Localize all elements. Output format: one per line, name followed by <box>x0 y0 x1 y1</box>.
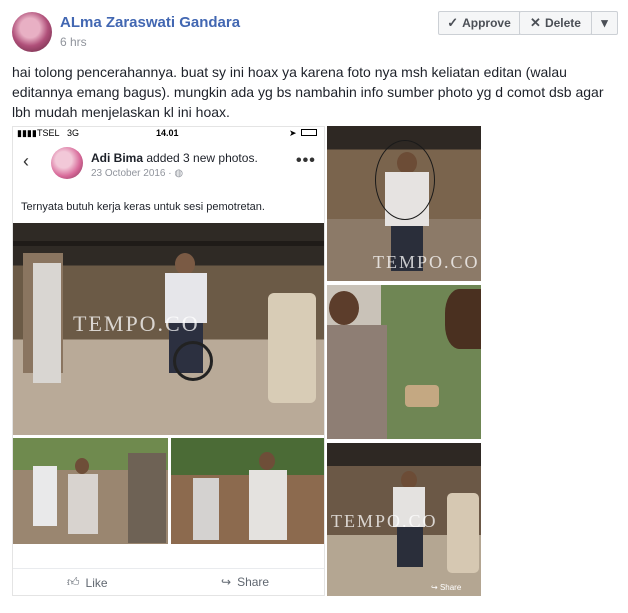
delete-label: Delete <box>544 16 581 30</box>
battery-icon <box>301 129 317 136</box>
phone-date-text: 23 October 2016 · <box>91 168 175 179</box>
photo-watermark-3: TEMPO.CO <box>331 511 438 531</box>
phone-post-date: 23 October 2016 · ◍ <box>91 168 183 179</box>
globe-icon: ◍ <box>174 168 184 179</box>
phone-author-line: Adi Bima added 3 new photos. <box>91 151 258 165</box>
photo-thumb-left[interactable] <box>13 438 168 544</box>
like-button[interactable]: 👍︎ Like <box>67 575 108 590</box>
check-icon: ✓ <box>447 15 459 30</box>
photo-main[interactable]: TEMPO.CO <box>13 223 324 435</box>
image-share-overlay[interactable]: ↪ Share <box>431 583 461 592</box>
share-icon: ↪ <box>221 575 232 589</box>
chevron-down-icon: ▾ <box>601 15 608 30</box>
more-options-button[interactable]: ▾ <box>591 11 618 35</box>
clock-text: 14.01 <box>156 128 179 138</box>
close-icon: ✕ <box>530 15 541 30</box>
more-dots-icon[interactable]: ••• <box>296 152 316 170</box>
phone-action-bar: 👍︎ Like ↪ Share <box>13 568 324 595</box>
photo-right-bottom[interactable]: TEMPO.CO ↪ Share <box>327 443 481 596</box>
photo-right-top[interactable]: TEMPO.CO <box>327 126 481 281</box>
author-name[interactable]: ALma Zaraswati Gandara <box>60 14 240 31</box>
share-label: Share <box>237 575 270 589</box>
photo-watermark: TEMPO.CO <box>73 311 200 336</box>
phone-status-bar: ▮▮▮▮ TSEL 3G 14.01 ➤ <box>13 127 324 141</box>
post-text: hai tolong pencerahannya. buat sy ini ho… <box>12 64 604 120</box>
image-share-label: Share <box>439 583 462 592</box>
phone-caption: Ternyata butuh kerja keras untuk sesi pe… <box>21 201 265 213</box>
phone-author-name[interactable]: Adi Bima <box>91 151 143 165</box>
network-text: 3G <box>67 128 80 138</box>
photo-right-middle[interactable] <box>327 285 481 439</box>
author-avatar[interactable] <box>12 12 52 52</box>
photo-watermark-2: TEMPO.CO <box>373 252 480 272</box>
photo-thumb-right[interactable] <box>171 438 324 544</box>
post-timestamp[interactable]: 6 hrs <box>60 35 87 49</box>
share-icon-small: ↪ <box>431 583 438 592</box>
carrier-text: TSEL <box>37 128 60 138</box>
phone-action-text: added 3 new photos. <box>143 151 258 165</box>
like-icon: 👍︎ <box>67 575 80 589</box>
like-label: Like <box>85 575 108 590</box>
delete-button[interactable]: ✕ Delete <box>519 11 592 35</box>
approve-button[interactable]: ✓ Approve <box>438 11 520 35</box>
back-icon[interactable]: ‹ <box>23 151 29 172</box>
signal-icon: ▮▮▮▮ <box>17 128 37 138</box>
phone-author-avatar[interactable] <box>51 147 83 179</box>
approve-label: Approve <box>462 16 511 30</box>
location-icon: ➤ <box>289 128 297 138</box>
phone-screenshot[interactable]: ▮▮▮▮ TSEL 3G 14.01 ➤ ‹ Adi Bima added 3 … <box>12 126 325 596</box>
share-button[interactable]: ↪ Share <box>221 575 269 589</box>
